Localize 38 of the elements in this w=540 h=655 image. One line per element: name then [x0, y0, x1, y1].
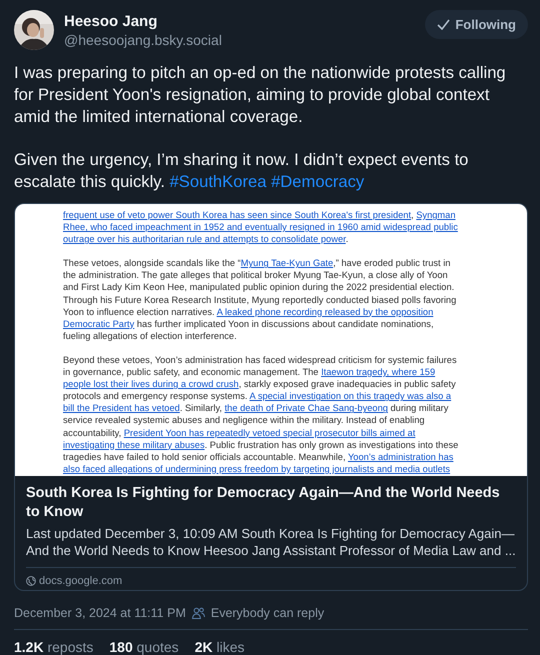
document-paragraph: Beyond these vetoes, Yoon’s administration has faced widespread criticism for systemic failures in governance, public safety, and economic management. The Itaewon tragedy, where 159 people lost their lives during a crowd crush, starkly exposed grave inadequacies in public safety protocols and emergency response systems. A special investigation on this tragedy was also a bill the President has vetoed. Similarly, the death of Private Chae Sang-byeong during military service revealed systemic abuses and negligence within the military. Instead of enabling accountability, President Yoon has repeatedly vetoed special prosecutor bills aimed at investigating these military abuses. Public frustration has only grown as investigations into these tragedies have failed to hold senior officials accountable. Meanwhile, Yoon’s administration has also faced allegations of undermining press freedom by targeting journalists and media outlets	[63, 354, 460, 475]
document-link[interactable]: also faced allegations of undermining press freedom by targeting journalists and media outlets	[63, 464, 450, 474]
document-link[interactable]: Democratic Party	[63, 318, 134, 329]
people-icon	[192, 607, 205, 619]
globe-icon	[26, 576, 36, 586]
document-link[interactable]: Rhee, who faced impeachment in 1952 and eventually resigned in 1960 amid widespread public	[63, 222, 458, 232]
post-text: Given the urgency, I’m sharing it now. I didn’t expect events to escalate this quickly. #SouthKorea #Democracy	[14, 149, 470, 193]
card-title: South Korea Is Fighting for Democracy Again—And the World Needs to Know	[26, 484, 501, 522]
document-paragraph: frequent use of veto power South Korea has seen since South Korea's first president, Syngman Rhee, who faced impeachment in 1952 and eventually resigned in 1960 amid widespread public outrage over his authoritarian rule and attempts to consolidate power.	[63, 209, 459, 246]
card-domain: docs.google.com	[39, 575, 122, 587]
document-link[interactable]: President Yoon has repeatedly vetoed special prosecutor bills aimed at	[124, 428, 416, 438]
document-link[interactable]: bill the President has vetoed	[63, 403, 180, 414]
document-link[interactable]: A leaked phone recording released by the opposition	[216, 306, 434, 317]
document-link[interactable]: A special investigation on this tragedy was also a	[250, 391, 452, 402]
document-link[interactable]: Myung Tae-Kyun Gate	[240, 258, 334, 268]
card-description: Last updated December 3, 10:09 AM South Korea Is Fighting for Democracy Again—And the World Needs to Know Heesoo Jang Assistant Professor of Media Law and ...	[26, 525, 516, 559]
document-link[interactable]: the death of Private Chae Sang-byeong	[224, 403, 388, 414]
check-icon	[437, 19, 450, 30]
document-link[interactable]: Yoon’s administration has	[348, 452, 454, 462]
reply-setting[interactable]: Everybody can reply	[210, 606, 324, 620]
document-link[interactable]: frequent use of veto power South Korea has seen since South Korea's first president	[63, 210, 412, 220]
document-link[interactable]: Itaewon tragedy, where 159	[321, 367, 436, 378]
document-link[interactable]: Syngman	[416, 210, 456, 220]
author-handle[interactable]: @heesoojang.bsky.social	[64, 31, 416, 49]
hashtag-link[interactable]: #SouthKorea	[170, 172, 266, 191]
link-card[interactable]	[14, 203, 528, 591]
post-timestamp: December 3, 2024 at 11:11 PM	[14, 606, 186, 620]
hashtag-link[interactable]: #Democracy	[271, 172, 364, 191]
document-link[interactable]: people lost their lives during a crowd crush	[63, 379, 239, 390]
post-stat[interactable]: 1.2K reposts	[14, 639, 94, 655]
document-link[interactable]: investigating these military abuses	[63, 440, 205, 450]
post-stat[interactable]: 180 quotes	[109, 639, 179, 655]
post-stat[interactable]: 2K likes	[194, 639, 244, 655]
post-text: I was preparing to pitch an op-ed on the nationwide protests calling for President Yoon's resignation, aiming to provide global context amid the limited international coverage.	[14, 62, 507, 128]
document-paragraph: These vetoes, alongside scandals like the “Myung Tae-Kyun Gate,” have eroded public trust in the administration. The gate alleges that political broker Myung Tae-Kyun, a close ally of Yoon and First Lady Kim Keon Hee, manipulated public opinion during the 2022 presidential election. Through his Future Korea Research Institute, Myung reportedly conducted biased polls favoring Yoon to influence election narratives. A leaked phone recording released by the opposition Democratic Party has further implicated Yoon in discussions about candidate nominations, fueling allegations of election interference.	[63, 257, 458, 342]
author-name[interactable]: Heesoo Jang	[64, 12, 416, 31]
document-link[interactable]: outrage over his authoritarian rule and attempts to consolidate power	[63, 234, 346, 244]
following-button[interactable]: Following	[425, 10, 528, 39]
